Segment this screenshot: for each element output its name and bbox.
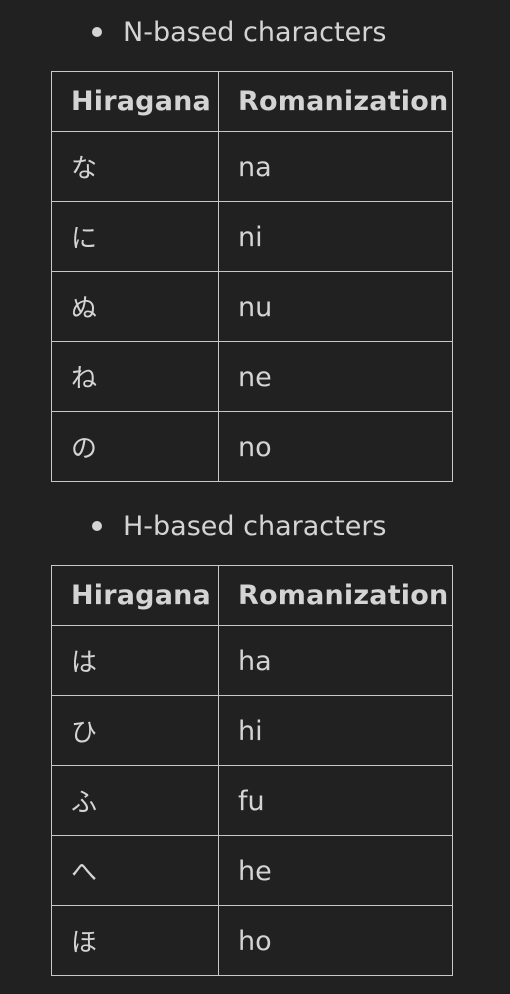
hiragana-cell: ほ [51,905,219,976]
romanization-cell: ho [218,905,453,976]
hiragana-cell: に [51,201,219,272]
column-header-romanization: Romanization [218,71,453,132]
romanization-cell: ne [218,341,453,412]
table-row: ひ hi [51,695,453,766]
table-header-row: Hiragana Romanization [51,71,453,132]
table-row: ね ne [51,341,453,412]
romanization-cell: no [218,411,453,482]
section-heading-n: N-based characters [92,16,387,48]
hiragana-cell: ふ [51,765,219,836]
romanization-cell: nu [218,271,453,342]
romanization-cell: na [218,131,453,202]
bullet-icon [92,27,102,37]
column-header-romanization: Romanization [218,565,453,626]
romanization-cell: he [218,835,453,906]
romanization-cell: hi [218,695,453,766]
table-row: に ni [51,201,453,272]
table-row: ほ ho [51,905,453,976]
romanization-cell: ni [218,201,453,272]
hiragana-table-h: Hiragana Romanization は ha ひ hi ふ fu へ h… [51,565,453,976]
hiragana-cell: な [51,131,219,202]
hiragana-cell: の [51,411,219,482]
table-row: の no [51,411,453,482]
table-row: ふ fu [51,765,453,836]
table-row: は ha [51,625,453,696]
column-header-hiragana: Hiragana [51,71,219,132]
hiragana-cell: ひ [51,695,219,766]
romanization-cell: fu [218,765,453,836]
romanization-cell: ha [218,625,453,696]
section-heading-label: H-based characters [123,510,387,542]
column-header-hiragana: Hiragana [51,565,219,626]
hiragana-cell: ね [51,341,219,412]
hiragana-cell: ぬ [51,271,219,342]
table-header-row: Hiragana Romanization [51,565,453,626]
hiragana-cell: へ [51,835,219,906]
table-row: へ he [51,835,453,906]
table-row: ぬ nu [51,271,453,342]
section-heading-label: N-based characters [123,16,387,48]
hiragana-cell: は [51,625,219,696]
bullet-icon [92,521,102,531]
table-row: な na [51,131,453,202]
hiragana-table-n: Hiragana Romanization な na に ni ぬ nu ね n… [51,71,453,482]
section-heading-h: H-based characters [92,510,387,542]
